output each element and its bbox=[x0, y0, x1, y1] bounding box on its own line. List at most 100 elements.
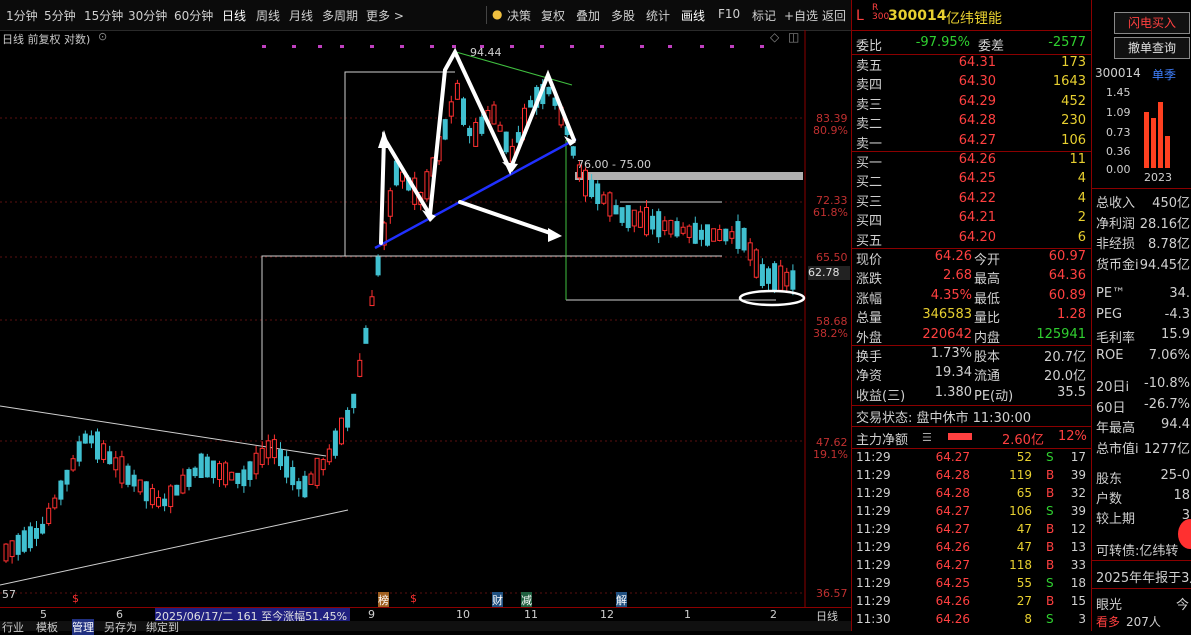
candle-body bbox=[503, 131, 509, 153]
tab-saveas[interactable]: 另存为 bbox=[104, 619, 137, 635]
bar-tick: 0.00 bbox=[1106, 163, 1131, 176]
bullish-label[interactable]: 看多 bbox=[1096, 613, 1120, 630]
trade-count: 17 bbox=[1070, 450, 1086, 464]
flash-buy-button[interactable]: 闪电买入 bbox=[1114, 12, 1190, 34]
kline-chart[interactable]: 日线 前复权 对数) ⊙ ◇ ◫ 94.44 76.00 - 75.00 62.… bbox=[0, 30, 851, 608]
marker-jie[interactable]: 解 bbox=[616, 592, 627, 608]
marker-bang[interactable]: 榜 bbox=[378, 592, 389, 608]
tab-template[interactable]: 模板 bbox=[36, 619, 58, 635]
f10-button[interactable]: F10 bbox=[718, 7, 740, 21]
trade-qty: 47 bbox=[1016, 540, 1032, 554]
tab-manage[interactable]: 管理 bbox=[72, 619, 94, 635]
draw-line-button[interactable]: 画线 bbox=[681, 7, 705, 24]
quote-value: 20.7亿 bbox=[1044, 350, 1086, 365]
candle-body bbox=[589, 179, 595, 198]
period-60min[interactable]: 60分钟 bbox=[174, 7, 213, 24]
period-5min[interactable]: 5分钟 bbox=[44, 7, 76, 24]
signal-dot bbox=[292, 45, 296, 48]
decision-button[interactable]: 决策 bbox=[507, 7, 531, 24]
signal-dot bbox=[452, 45, 456, 48]
quote-row: 现价 64.26 今开 60.97 bbox=[856, 249, 1088, 268]
bid-qty: 11 bbox=[1069, 152, 1086, 167]
divider bbox=[852, 448, 1092, 449]
candle-body bbox=[34, 527, 39, 539]
candle-body bbox=[9, 540, 15, 558]
period-1min[interactable]: 1分钟 bbox=[6, 7, 38, 24]
mark-button[interactable]: 标记 bbox=[752, 7, 776, 24]
bid-price: 64.25 bbox=[958, 171, 996, 187]
diamond-icon[interactable]: ◇ bbox=[770, 30, 779, 44]
add-watchlist-button[interactable]: +自选 bbox=[784, 7, 818, 24]
candle-body bbox=[302, 475, 308, 498]
candle-body bbox=[88, 435, 94, 444]
candle-body bbox=[698, 229, 704, 240]
kline-canvas[interactable] bbox=[0, 30, 851, 607]
marker-jian[interactable]: 减 bbox=[521, 592, 532, 608]
month-tick: 9 bbox=[368, 608, 375, 621]
fin-label: 毛利率 bbox=[1096, 331, 1136, 346]
fin-value: -4.3 bbox=[1164, 306, 1190, 322]
stats-button[interactable]: 统计 bbox=[646, 7, 670, 24]
quote-label: 换手 bbox=[856, 350, 883, 365]
candle-body bbox=[223, 462, 229, 486]
candle-body bbox=[351, 393, 357, 409]
candle-body bbox=[607, 192, 613, 217]
candle-body bbox=[174, 484, 180, 496]
trade-qty: 47 bbox=[1016, 522, 1032, 536]
fin-value: 34. bbox=[1169, 286, 1190, 301]
overlay-button[interactable]: 叠加 bbox=[576, 7, 600, 24]
chevron-down-icon[interactable]: ⊙ bbox=[98, 30, 107, 43]
fin-value: 8.78亿 bbox=[1148, 237, 1190, 252]
candle-body bbox=[101, 443, 107, 460]
fin-value: -10.8% bbox=[1144, 376, 1190, 391]
fuquan-button[interactable]: 复权 bbox=[541, 7, 565, 24]
candle-body bbox=[46, 507, 52, 524]
candle-body bbox=[546, 86, 552, 95]
fin-label: 货币金i bbox=[1096, 257, 1139, 273]
quote-value: 1.28 bbox=[1057, 307, 1086, 323]
price-tick: 36.57 bbox=[816, 587, 848, 600]
candle-body bbox=[149, 488, 155, 506]
period-weekly[interactable]: 周线 bbox=[256, 7, 280, 24]
orderbook-row: 卖五 64.31 173 bbox=[856, 55, 1088, 74]
signal-dot bbox=[600, 45, 604, 48]
signal-dot bbox=[760, 45, 764, 48]
back-button[interactable]: 返回 bbox=[822, 7, 846, 24]
candle-body bbox=[424, 171, 430, 200]
trade-side: B bbox=[1046, 486, 1055, 500]
list-icon[interactable]: ☰ bbox=[922, 431, 932, 444]
period-monthly[interactable]: 月线 bbox=[289, 7, 313, 24]
candle-body bbox=[210, 460, 216, 479]
period-15min[interactable]: 15分钟 bbox=[84, 7, 123, 24]
trade-qty: 106 bbox=[1009, 504, 1032, 518]
candle-body bbox=[320, 459, 326, 471]
candle-body bbox=[601, 194, 607, 204]
tab-industry[interactable]: 行业 bbox=[2, 619, 24, 635]
candle-body bbox=[278, 449, 283, 467]
trade-time: 11:29 bbox=[856, 468, 891, 482]
candle-body bbox=[70, 458, 76, 471]
candle-body bbox=[369, 296, 375, 307]
collapse-icon[interactable]: ◫ bbox=[788, 30, 799, 44]
cancel-query-button[interactable]: 撤单查询 bbox=[1114, 37, 1190, 59]
quote-row: 涨幅 4.35% 最低 60.89 bbox=[856, 288, 1088, 307]
period-multi[interactable]: 多周期 bbox=[322, 7, 358, 24]
candle-body bbox=[528, 100, 534, 108]
period-30min[interactable]: 30分钟 bbox=[128, 7, 167, 24]
marker-cai[interactable]: 财 bbox=[492, 592, 503, 608]
candle-body bbox=[442, 119, 448, 140]
candle-body bbox=[692, 222, 698, 244]
period-daily[interactable]: 日线 bbox=[222, 7, 246, 24]
trade-price: 64.27 bbox=[935, 558, 970, 572]
trade-row: 11:29 64.26 27 B 15 bbox=[856, 594, 1088, 612]
chart-header: 日线 前复权 对数) bbox=[2, 33, 91, 46]
circle-badge[interactable] bbox=[1178, 519, 1191, 549]
period-more[interactable]: 更多 > bbox=[366, 7, 404, 24]
convertible-bond[interactable]: 可转债:亿纬转 bbox=[1096, 540, 1178, 559]
trade-qty: 119 bbox=[1009, 468, 1032, 482]
multi-stock-button[interactable]: 多股 bbox=[611, 7, 635, 24]
bid-label: 买二 bbox=[856, 175, 883, 191]
season-tab[interactable]: 单季 bbox=[1152, 66, 1176, 83]
tab-bind[interactable]: 绑定到 bbox=[146, 619, 179, 635]
report-date: 2025年年报于3月 bbox=[1096, 571, 1191, 586]
